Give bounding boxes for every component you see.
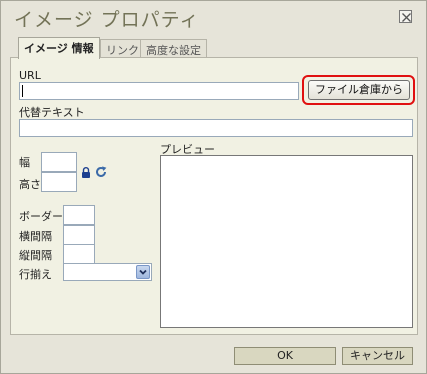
height-label: 高さ: [19, 178, 41, 191]
hspace-label: 横間隔: [19, 230, 52, 243]
text-caret: [22, 85, 23, 97]
align-select[interactable]: [63, 263, 152, 281]
image-info-panel: URL ファイル倉庫から 代替テキスト 幅 高さ ボーダー 横間隔 縦間隔 行揃…: [10, 57, 418, 335]
close-icon[interactable]: [399, 10, 412, 23]
alt-text-label: 代替テキスト: [19, 106, 85, 119]
browse-server-button[interactable]: ファイル倉庫から: [308, 80, 410, 100]
chevron-down-icon[interactable]: [136, 265, 150, 279]
height-input[interactable]: [41, 172, 77, 192]
ok-button[interactable]: OK: [234, 347, 336, 365]
cancel-button[interactable]: キャンセル: [342, 347, 413, 365]
dialog-title: イメージ プロパティ: [14, 9, 200, 31]
width-input[interactable]: [41, 152, 77, 172]
reset-size-icon[interactable]: [95, 166, 107, 181]
tab-link[interactable]: リンク: [100, 39, 145, 58]
tab-image-info[interactable]: イメージ 情報: [18, 37, 100, 59]
alt-text-input[interactable]: [19, 119, 413, 137]
image-preview: [160, 155, 413, 328]
vspace-input[interactable]: [63, 244, 95, 264]
vspace-label: 縦間隔: [19, 249, 52, 262]
lock-icon[interactable]: [81, 167, 91, 181]
border-label: ボーダー: [19, 210, 63, 223]
align-label: 行揃え: [19, 268, 52, 281]
width-label: 幅: [19, 156, 30, 169]
border-input[interactable]: [63, 205, 95, 225]
tab-advanced[interactable]: 高度な設定: [140, 39, 207, 58]
hspace-input[interactable]: [63, 225, 95, 245]
url-label: URL: [19, 69, 41, 82]
url-input[interactable]: [19, 82, 299, 100]
image-properties-dialog: イメージ プロパティ イメージ 情報 リンク 高度な設定 URL ファイル倉庫か…: [0, 0, 427, 374]
